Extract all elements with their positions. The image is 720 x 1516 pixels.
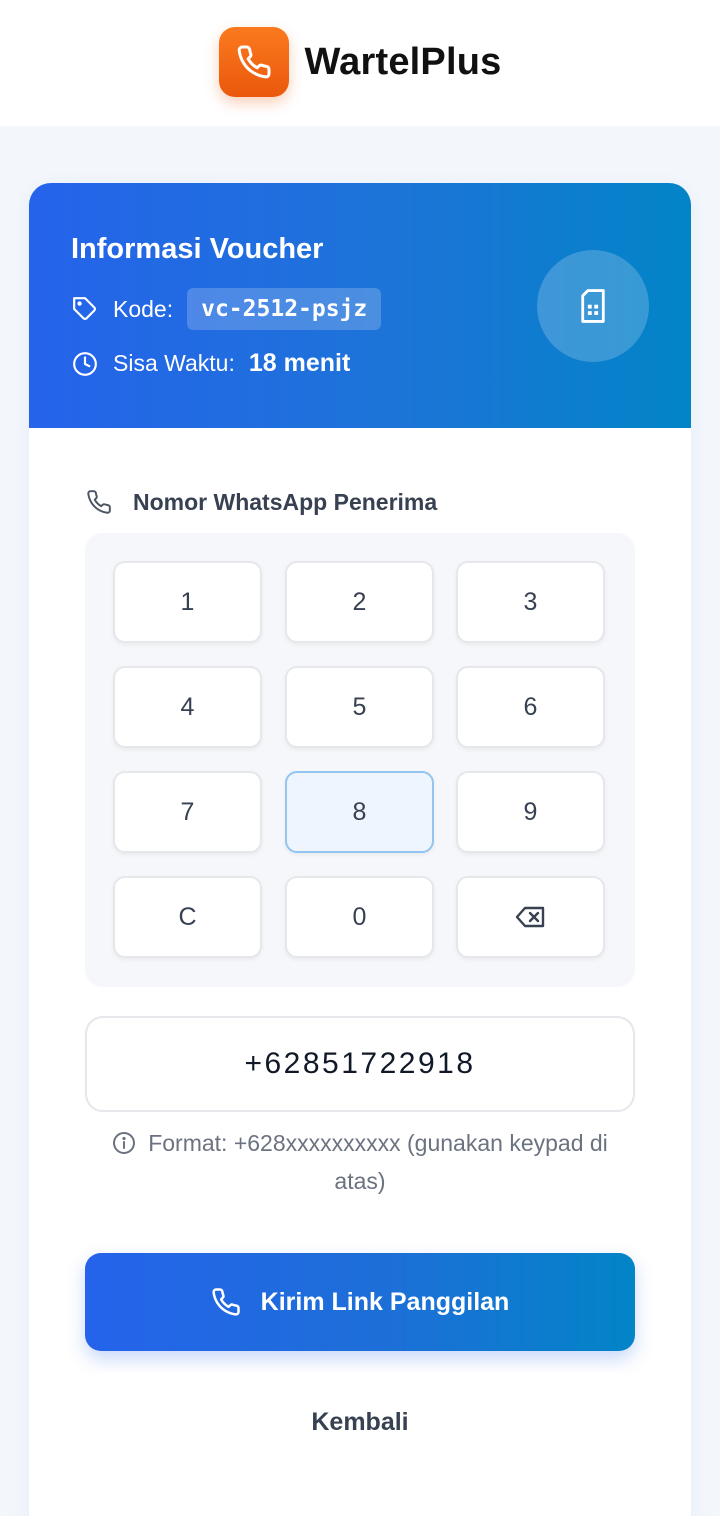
voucher-code-value: vc-2512-psjz xyxy=(187,288,382,330)
voucher-badge xyxy=(537,250,649,362)
key-9[interactable]: 9 xyxy=(456,771,605,853)
app-name: WartelPlus xyxy=(304,40,502,83)
key-3[interactable]: 3 xyxy=(456,561,605,643)
app-logo xyxy=(218,27,289,97)
key-backspace[interactable] xyxy=(456,876,605,958)
format-hint-text: Format: +628xxxxxxxxxx (gunakan keypad d… xyxy=(148,1130,608,1194)
voucher-code-label: Kode: xyxy=(113,295,174,322)
key-4[interactable]: 4 xyxy=(113,666,262,748)
time-remaining-row: Sisa Waktu: 18 menit xyxy=(71,349,350,378)
send-call-link-label: Kirim Link Panggilan xyxy=(260,1287,510,1316)
back-button[interactable]: Kembali xyxy=(85,1373,635,1471)
key-clear[interactable]: C xyxy=(113,876,262,958)
phone-field-label-text: Nomor WhatsApp Penerima xyxy=(133,488,438,515)
tag-icon xyxy=(71,295,99,323)
phone-number-display[interactable]: +62851722918 xyxy=(85,1016,635,1112)
key-0[interactable]: 0 xyxy=(285,876,434,958)
voucher-card: Informasi Voucher Kode: vc-2512-psjz Sis… xyxy=(29,183,691,1516)
backspace-icon xyxy=(515,906,544,928)
info-icon xyxy=(112,1130,136,1164)
key-7[interactable]: 7 xyxy=(113,771,262,853)
voucher-info-panel: Informasi Voucher Kode: vc-2512-psjz Sis… xyxy=(29,183,691,428)
voucher-code-row: Kode: vc-2512-psjz xyxy=(71,288,382,330)
voucher-title: Informasi Voucher xyxy=(71,233,324,265)
phone-field-label: Nomor WhatsApp Penerima xyxy=(85,488,437,516)
key-5[interactable]: 5 xyxy=(285,666,434,748)
time-remaining-label: Sisa Waktu: xyxy=(113,350,235,376)
key-6[interactable]: 6 xyxy=(456,666,605,748)
brand: WartelPlus xyxy=(218,27,502,97)
format-hint: Format: +628xxxxxxxxxx (gunakan keypad d… xyxy=(85,1126,635,1198)
key-2[interactable]: 2 xyxy=(285,561,434,643)
app-header: WartelPlus xyxy=(0,0,720,126)
phone-icon xyxy=(237,45,271,79)
phone-icon xyxy=(212,1288,240,1316)
key-1[interactable]: 1 xyxy=(113,561,262,643)
key-8[interactable]: 8 xyxy=(285,771,434,853)
phone-icon xyxy=(85,488,113,516)
numeric-keypad: 1 2 3 4 5 6 7 8 9 C 0 xyxy=(85,533,635,987)
document-icon xyxy=(581,289,605,323)
time-remaining-value: 18 menit xyxy=(248,349,351,377)
send-call-link-button[interactable]: Kirim Link Panggilan xyxy=(85,1253,635,1351)
clock-icon xyxy=(71,350,99,378)
